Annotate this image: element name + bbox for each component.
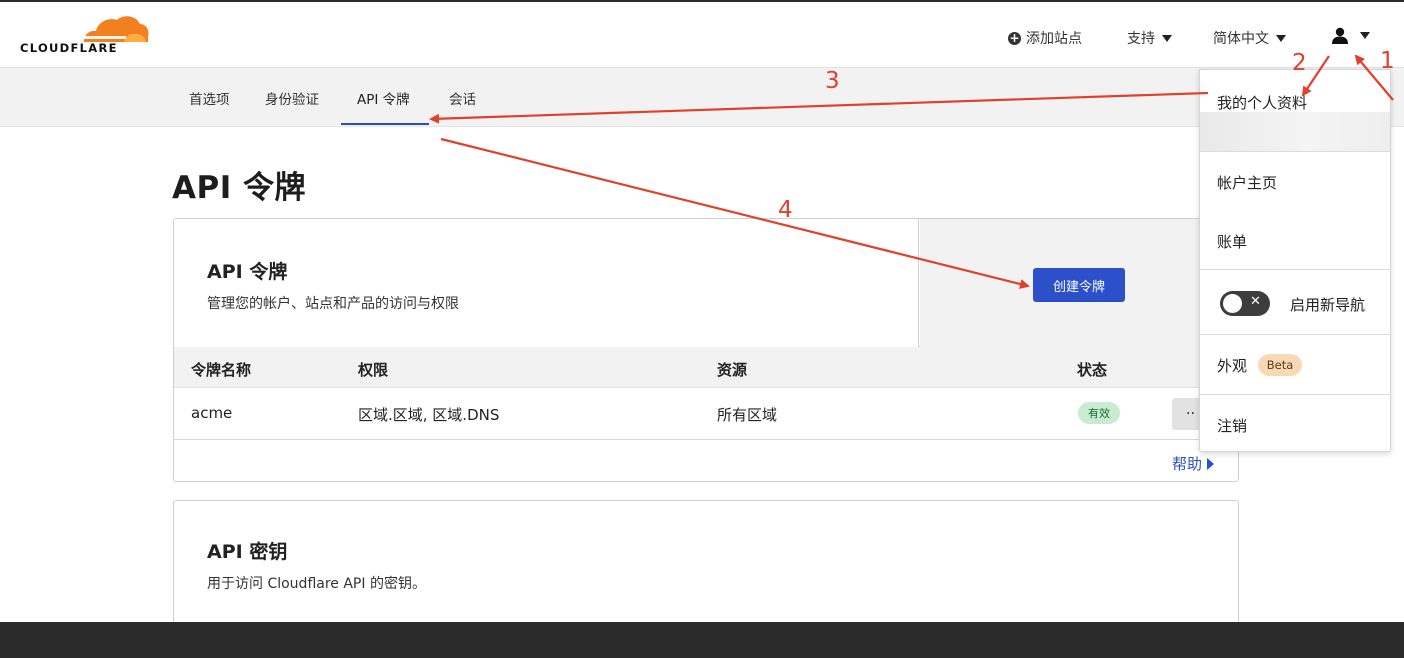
card-title: API 令牌 <box>207 261 288 283</box>
menu-divider <box>1200 269 1390 270</box>
token-permissions-cell: 区域.区域, 区域.DNS <box>358 406 500 424</box>
user-menu-button[interactable] <box>1331 27 1370 44</box>
blurred-email <box>1200 112 1390 152</box>
menu-item-billing[interactable]: 账单 <box>1217 231 1247 252</box>
token-name-cell: acme <box>191 404 233 422</box>
language-menu[interactable]: 简体中文 <box>1213 28 1286 48</box>
new-nav-toggle[interactable]: ✕ <box>1220 291 1270 316</box>
annotation-label-2: 2 <box>1292 50 1307 76</box>
tab-api-tokens[interactable]: API 令牌 <box>357 88 410 108</box>
language-label: 简体中文 <box>1213 31 1269 47</box>
column-header-permissions[interactable]: 权限 <box>358 359 388 380</box>
menu-divider <box>1200 151 1390 152</box>
table-header: 令牌名称 权限 资源 状态 <box>174 347 1238 388</box>
annotation-label-3: 3 <box>825 68 840 94</box>
annotation-label-1: 1 <box>1380 48 1395 74</box>
token-resources-cell: 所有区域 <box>717 406 778 424</box>
page-title: API 令牌 <box>172 170 307 206</box>
menu-item-account-home[interactable]: 帐户主页 <box>1217 172 1277 193</box>
api-tokens-card: API 令牌 管理您的帐户、站点和产品的访问与权限 创建令牌 令牌名称 权限 资… <box>173 218 1239 482</box>
menu-divider <box>1200 394 1390 395</box>
card-header-actions: 创建令牌 <box>920 219 1238 347</box>
browser-viewport: CLOUDFLARE + 添加站点 支持 简体中文 首选项 身份验证 API 令… <box>0 0 1404 622</box>
support-label: 支持 <box>1127 31 1155 47</box>
add-site-label: 添加站点 <box>1026 31 1082 47</box>
table-row: acme 区域.区域, 区域.DNS 所有区域 有效 ·· <box>174 388 1238 440</box>
user-icon <box>1332 27 1348 44</box>
logo-wordmark: CLOUDFLARE <box>20 41 118 55</box>
support-menu[interactable]: 支持 <box>1127 28 1172 48</box>
caret-right-icon <box>1207 457 1215 470</box>
beta-badge: Beta <box>1258 354 1302 376</box>
active-tab-indicator <box>341 123 429 125</box>
api-keys-card: API 密钥 用于访问 Cloudflare API 的密钥。 <box>173 500 1239 622</box>
close-icon: ✕ <box>1250 294 1261 309</box>
create-token-button[interactable]: 创建令牌 <box>1033 268 1125 302</box>
annotation-label-4: 4 <box>778 197 793 223</box>
toggle-knob <box>1223 294 1242 313</box>
caret-down-icon <box>1360 32 1370 39</box>
menu-item-profile[interactable]: 我的个人资料 <box>1217 92 1307 113</box>
menu-item-new-nav-label: 启用新导航 <box>1290 296 1366 314</box>
card-header: API 令牌 管理您的帐户、站点和产品的访问与权限 创建令牌 <box>174 219 1238 347</box>
card-title: API 密钥 <box>207 541 288 563</box>
column-header-name[interactable]: 令牌名称 <box>191 359 251 380</box>
menu-item-logout[interactable]: 注销 <box>1217 415 1247 436</box>
add-site-link[interactable]: + 添加站点 <box>1008 28 1082 48</box>
caret-down-icon <box>1162 34 1172 42</box>
help-label: 帮助 <box>1172 455 1203 473</box>
card-header-info: API 令牌 管理您的帐户、站点和产品的访问与权限 <box>174 219 919 347</box>
bottom-dark-bar <box>0 622 1404 658</box>
column-header-status[interactable]: 状态 <box>1077 359 1107 380</box>
cloud-logo-icon <box>80 16 149 42</box>
tab-authentication[interactable]: 身份验证 <box>265 88 319 108</box>
profile-subnav: 首选项 身份验证 API 令牌 会话 <box>0 68 1404 127</box>
tab-preferences[interactable]: 首选项 <box>189 88 230 108</box>
status-badge: 有效 <box>1078 402 1120 424</box>
card-description: 用于访问 Cloudflare API 的密钥。 <box>207 576 426 592</box>
plus-circle-icon: + <box>1008 30 1021 45</box>
menu-item-appearance[interactable]: 外观 <box>1217 355 1247 376</box>
caret-down-icon <box>1276 34 1286 42</box>
user-dropdown-menu: 我的个人资料 帐户主页 账单 ✕ 启用新导航 外观 Beta 注销 <box>1199 69 1391 452</box>
cloudflare-logo[interactable]: CLOUDFLARE <box>20 12 149 60</box>
column-header-resources[interactable]: 资源 <box>717 359 747 380</box>
top-header: CLOUDFLARE + 添加站点 支持 简体中文 <box>0 2 1404 68</box>
menu-divider <box>1200 334 1390 335</box>
help-link[interactable]: 帮助 <box>1172 453 1215 474</box>
tab-sessions[interactable]: 会话 <box>449 88 476 108</box>
card-description: 管理您的帐户、站点和产品的访问与权限 <box>207 296 459 312</box>
